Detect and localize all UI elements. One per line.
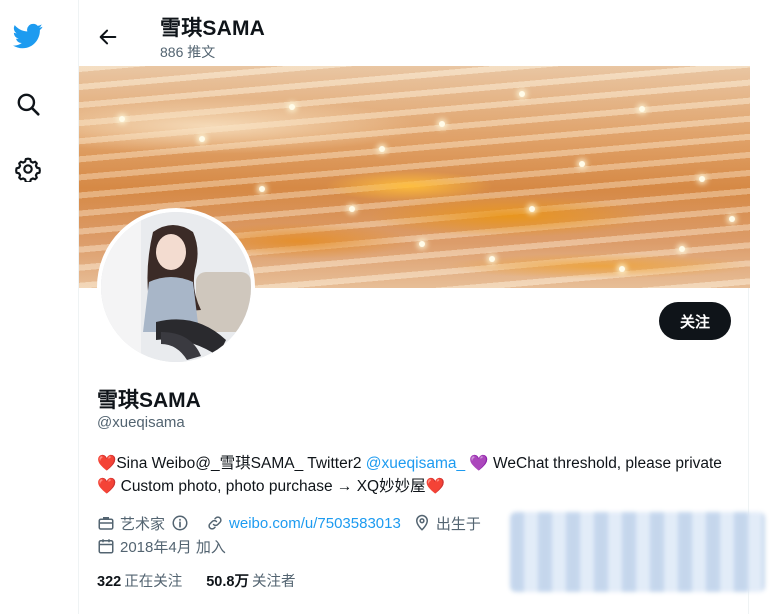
follow-counts: 322 正在关注 50.8万 关注者 [97,570,315,591]
profile-bio: ❤️Sina Weibo@_雪琪SAMA_ Twitter2 @xueqisam… [97,452,737,498]
red-heart-icon: ❤️ [97,478,117,495]
joined-item: 2018年4月 加入 [97,536,226,557]
bio-text-2: WeChat threshold, please private [493,455,722,472]
red-heart-icon: ❤️ [97,455,117,472]
header-title: 雪琪SAMA [160,17,266,40]
profile-meta-row: 艺术家 weibo.com/u/7503583013 出生于 [97,512,493,534]
pixelated-redaction-overlay [510,512,765,592]
search-icon[interactable] [10,86,46,122]
info-icon [172,515,188,531]
website-link[interactable]: weibo.com/u/7503583013 [229,515,401,532]
twitter-logo-icon[interactable] [10,18,46,54]
bio-text-3: Custom photo, photo purchase → XQ妙妙屋 [116,478,426,495]
location-label: 出生于 [435,515,481,533]
location-pin-icon [415,514,428,531]
profile-display-name: 雪琪SAMA [97,389,201,412]
following-count-link[interactable]: 322 正在关注 [97,574,182,590]
category-label: 艺术家 [120,515,166,533]
following-count: 322 [97,574,122,590]
following-label: 正在关注 [124,574,183,590]
follow-button[interactable]: 关注 [659,302,731,340]
bio-mention-link[interactable]: @xueqisama_ [366,455,465,472]
category-item: 艺术家 [97,513,194,534]
briefcase-icon [98,517,114,530]
website-item[interactable]: weibo.com/u/7503583013 [206,514,401,532]
location-item: 出生于 [413,513,481,534]
followers-count: 50.8万 [206,574,249,590]
settings-icon[interactable] [10,151,46,187]
bio-text-1: Sina Weibo@_雪琪SAMA_ Twitter2 [116,455,366,472]
side-nav [0,0,60,614]
profile-joined-row: 2018年4月 加入 [97,535,238,557]
followers-count-link[interactable]: 50.8万 关注者 [206,574,295,590]
purple-heart-icon: 💜 [465,455,494,472]
profile-handle: @xueqisama [97,414,185,431]
followers-label: 关注者 [251,574,296,590]
back-arrow-icon[interactable] [93,22,123,52]
link-icon [208,516,222,530]
red-heart-icon: ❤️ [425,478,445,495]
header-tweet-count: 886 推文 [160,44,216,60]
profile-header-bar: 雪琪SAMA 886 推文 [79,0,750,66]
joined-label: 2018年4月 加入 [120,538,226,556]
profile-avatar[interactable] [97,208,255,366]
calendar-icon [98,539,114,554]
